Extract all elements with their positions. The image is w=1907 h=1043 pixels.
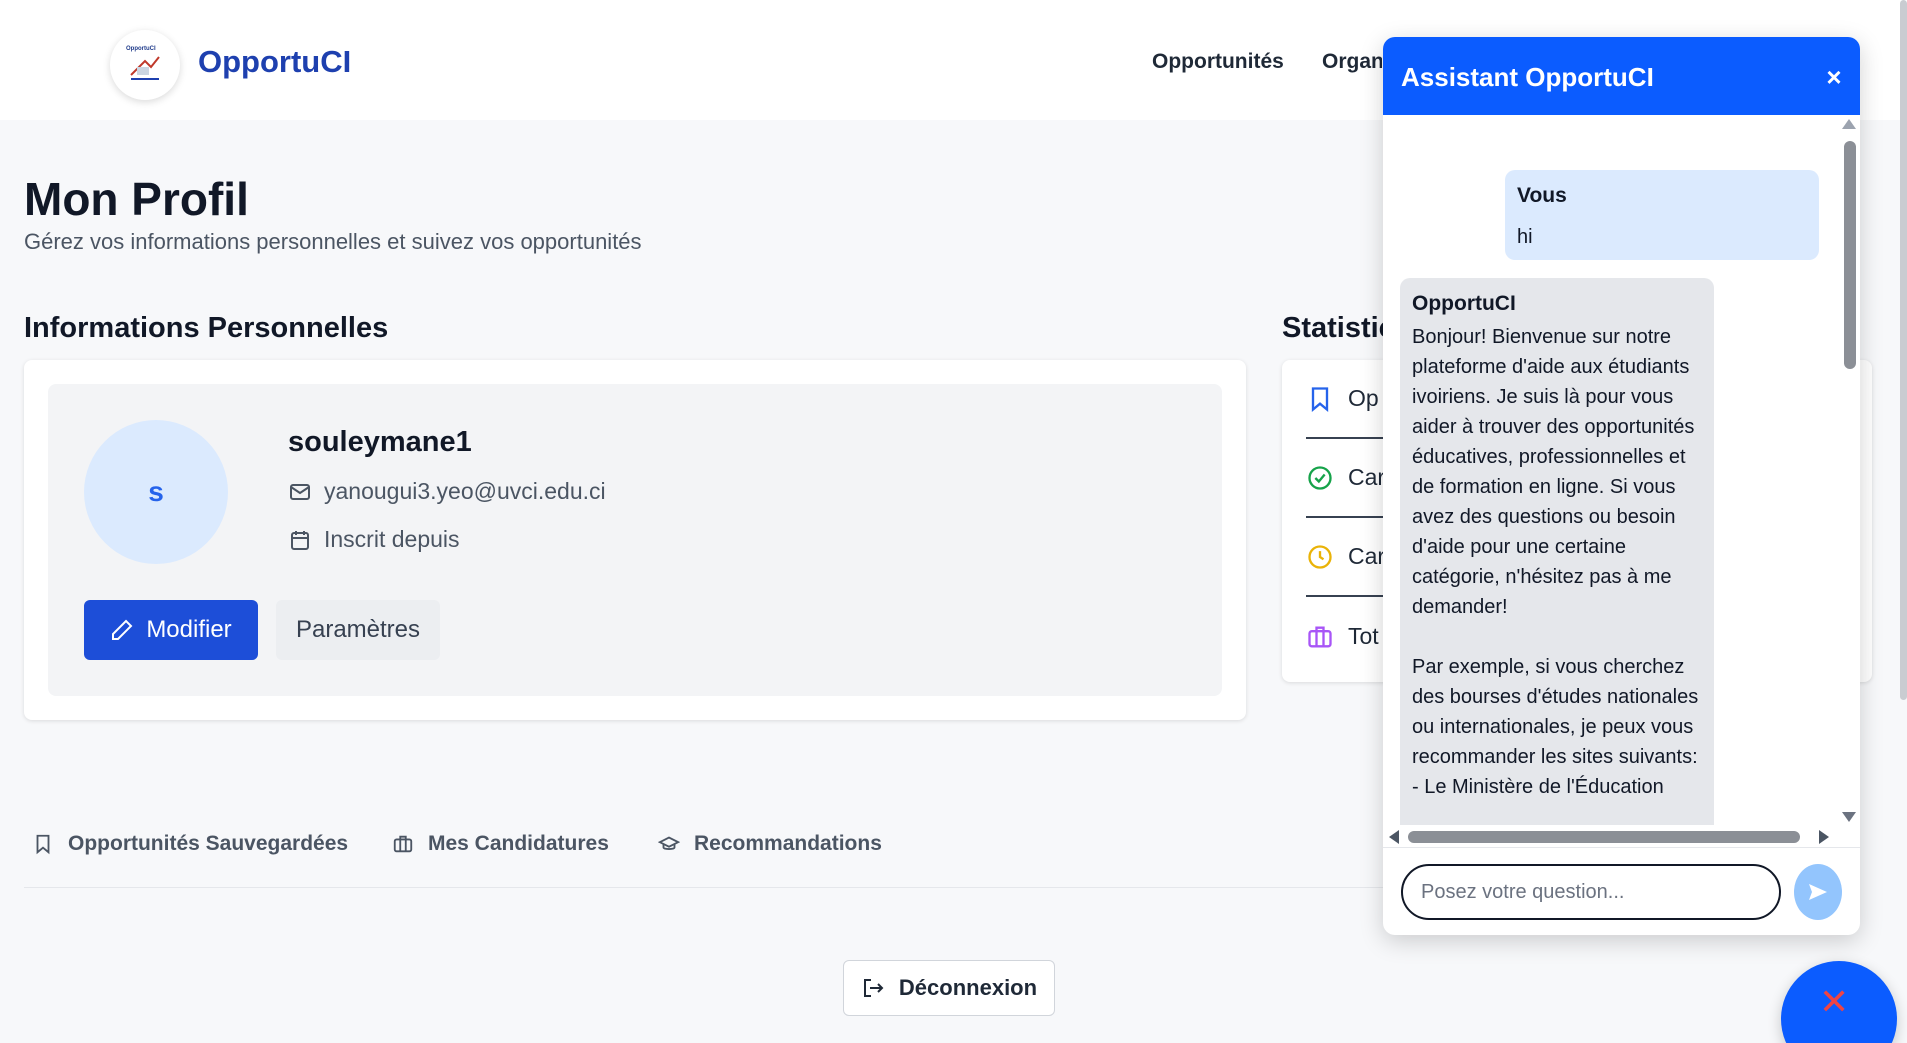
page-title: Mon Profil: [24, 173, 249, 225]
pencil-icon: [112, 619, 133, 640]
tab-applications[interactable]: Mes Candidatures: [392, 832, 609, 856]
scroll-right-icon[interactable]: [1819, 830, 1829, 844]
personal-info-panel: s souleymane1 yanougui3.yeo@uvci.edu.ci …: [48, 384, 1222, 696]
stat-label: Tot: [1348, 623, 1379, 649]
chat-question-input[interactable]: [1401, 864, 1781, 920]
personal-info-title: Informations Personnelles: [24, 312, 389, 344]
briefcase-icon: [393, 835, 413, 853]
edit-profile-button[interactable]: Modifier: [84, 600, 258, 660]
message-text: hi: [1517, 226, 1533, 248]
chat-close-icon[interactable]: ×: [1821, 64, 1847, 90]
settings-button[interactable]: Paramètres: [276, 600, 440, 660]
scroll-up-icon[interactable]: [1842, 119, 1856, 129]
tab-label: Opportunités Sauvegardées: [68, 832, 349, 855]
email-text: yanougui3.yeo@uvci.edu.ci: [324, 478, 606, 504]
message-sender: Vous: [1517, 184, 1567, 207]
page-subtitle: Gérez vos informations personnelles et s…: [24, 229, 642, 254]
send-icon: [1809, 884, 1827, 900]
chat-header: Assistant OpportuCI ×: [1383, 37, 1860, 115]
personal-info-card: s souleymane1 yanougui3.yeo@uvci.edu.ci …: [24, 360, 1246, 720]
registered-row: Inscrit depuis: [288, 526, 460, 553]
stat-label: Car: [1348, 464, 1386, 490]
chat-assistant-panel: Assistant OpportuCI × Vous hi OpportuCI …: [1383, 37, 1860, 935]
logo[interactable]: OpportuCI: [110, 30, 180, 100]
logo-text: OpportuCI: [126, 46, 156, 52]
message-sender: OpportuCI: [1412, 292, 1516, 315]
chat-footer: [1383, 847, 1860, 935]
stat-label: Op: [1348, 385, 1379, 411]
chat-toggle-button[interactable]: ✕: [1781, 961, 1897, 1043]
chat-messages[interactable]: Vous hi OpportuCI Bonjour! Bienvenue sur…: [1383, 115, 1860, 845]
send-button[interactable]: [1794, 864, 1842, 920]
chat-vertical-scroll-thumb[interactable]: [1844, 141, 1856, 369]
registered-text: Inscrit depuis: [324, 526, 460, 552]
message-text: Bonjour! Bienvenue sur notre plateforme …: [1412, 326, 1699, 798]
scroll-left-icon[interactable]: [1389, 830, 1399, 844]
username: souleymane1: [288, 426, 472, 458]
page-scrollbar[interactable]: [1900, 0, 1907, 700]
close-icon: ✕: [1819, 981, 1850, 1022]
scroll-down-icon[interactable]: [1842, 812, 1856, 822]
user-message: Vous hi: [1505, 170, 1819, 260]
bot-message: OpportuCI Bonjour! Bienvenue sur notre p…: [1400, 278, 1714, 845]
logout-button[interactable]: Déconnexion: [843, 960, 1055, 1016]
check-circle-icon: [1308, 465, 1332, 490]
bookmark-icon: [1311, 386, 1329, 412]
nav-opportunites[interactable]: Opportunités: [1152, 50, 1284, 74]
email-row: yanougui3.yeo@uvci.edu.ci: [288, 478, 606, 505]
avatar: s: [84, 420, 228, 564]
tab-recommendations[interactable]: Recommandations: [658, 832, 882, 856]
logout-label: Déconnexion: [898, 975, 1038, 1000]
stat-label: Car: [1348, 543, 1386, 569]
calendar-icon: [291, 530, 309, 550]
logout-icon: [863, 979, 884, 997]
tab-label: Recommandations: [694, 832, 882, 855]
briefcase-icon: [1308, 626, 1332, 647]
mail-icon: [290, 483, 310, 500]
chat-horizontal-scroll-thumb[interactable]: [1408, 831, 1800, 843]
tab-saved-opportunities[interactable]: Opportunités Sauvegardées: [32, 832, 348, 856]
nav-organisations[interactable]: Organ: [1322, 50, 1382, 74]
tab-label: Mes Candidatures: [428, 832, 609, 855]
graduation-cap-icon: [658, 836, 680, 850]
edit-profile-label: Modifier: [146, 616, 232, 643]
profile-tabs: Opportunités Sauvegardées Mes Candidatur…: [24, 820, 1384, 888]
bookmark-icon: [36, 834, 50, 855]
brand-name[interactable]: OpportuCI: [198, 44, 351, 80]
clock-icon: [1308, 544, 1332, 569]
chat-title: Assistant OpportuCI: [1401, 62, 1654, 92]
